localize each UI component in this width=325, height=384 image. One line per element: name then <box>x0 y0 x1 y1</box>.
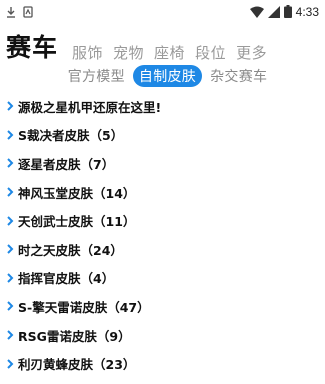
list-item[interactable]: 利刃黄蜂皮肤（23） <box>0 349 325 378</box>
list-item-label: S-擎天雷诺皮肤（47） <box>18 299 150 315</box>
tab-more[interactable]: 更多 <box>236 42 267 64</box>
subtab-official-models[interactable]: 官方模型 <box>64 66 129 86</box>
list-item-label: RSG雷诺皮肤（9） <box>18 328 131 344</box>
tab-clothing[interactable]: 服饰 <box>72 42 103 64</box>
list-item-label: 神风玉堂皮肤（14） <box>18 185 136 201</box>
subtab-custom-skins[interactable]: 自制皮肤 <box>132 65 203 87</box>
list-item[interactable]: 时之天皮肤（24） <box>0 235 325 264</box>
status-right: 4:33 <box>249 3 319 22</box>
tab-pets[interactable]: 宠物 <box>113 42 144 64</box>
category-tabs: 赛车 服饰 宠物 座椅 段位 更多 <box>0 28 325 64</box>
list-item[interactable]: 神风玉堂皮肤（14） <box>0 178 325 207</box>
tab-rank[interactable]: 段位 <box>195 42 226 64</box>
status-time: 4:33 <box>295 5 319 19</box>
chevron-right-icon <box>7 187 14 197</box>
chevron-right-icon <box>7 215 14 226</box>
cellular-icon <box>267 3 280 22</box>
tab-racing[interactable]: 赛车 <box>6 32 58 64</box>
list-item[interactable]: 源极之星机甲还原在这里! <box>0 92 325 121</box>
list-item-label: S裁决者皮肤（5） <box>18 128 124 144</box>
tab-seats[interactable]: 座椅 <box>154 42 185 64</box>
list-item-label: 指挥官皮肤（4） <box>18 271 115 287</box>
list-item[interactable]: S裁决者皮肤（5） <box>0 121 325 150</box>
chevron-right-icon <box>7 244 14 254</box>
list-item[interactable]: 逐星者皮肤（7） <box>0 149 325 178</box>
app-root: 4:33 赛车 服饰 宠物 座椅 段位 更多 官方模型 自制皮肤 杂交赛车 源极… <box>0 0 325 384</box>
chevron-right-icon <box>7 273 14 283</box>
list-item[interactable]: S-擎天雷诺皮肤（47） <box>0 292 325 321</box>
status-left <box>6 3 33 22</box>
list-item-label: 时之天皮肤（24） <box>18 242 123 258</box>
chevron-right-icon <box>7 158 14 169</box>
status-bar: 4:33 <box>0 0 325 24</box>
list-item-label: 利刃黄蜂皮肤（23） <box>18 357 136 373</box>
list-item[interactable]: 指挥官皮肤（4） <box>0 264 325 293</box>
sub-tabs: 官方模型 自制皮肤 杂交赛车 <box>0 64 325 88</box>
list-item-label: 天创武士皮肤（11） <box>18 214 136 230</box>
chevron-right-icon <box>7 358 14 369</box>
notification-icon <box>23 3 33 22</box>
chevron-right-icon <box>7 330 14 340</box>
battery-icon <box>283 3 292 22</box>
chevron-right-icon <box>7 101 14 112</box>
list-item[interactable]: RSG雷诺皮肤（9） <box>0 321 325 350</box>
list-item[interactable]: 天创武士皮肤（11） <box>0 206 325 235</box>
skin-list: 源极之星机甲还原在这里! S裁决者皮肤（5） 逐星者皮肤（7） 神风玉堂皮肤（1… <box>0 92 325 378</box>
chevron-right-icon <box>7 130 14 140</box>
subtab-hybrid-cars[interactable]: 杂交赛车 <box>206 66 271 86</box>
list-item-label: 逐星者皮肤（7） <box>18 156 115 172</box>
download-icon <box>6 3 16 22</box>
list-item-label: 源极之星机甲还原在这里! <box>18 99 162 115</box>
chevron-right-icon <box>7 301 14 312</box>
wifi-icon <box>249 3 264 22</box>
